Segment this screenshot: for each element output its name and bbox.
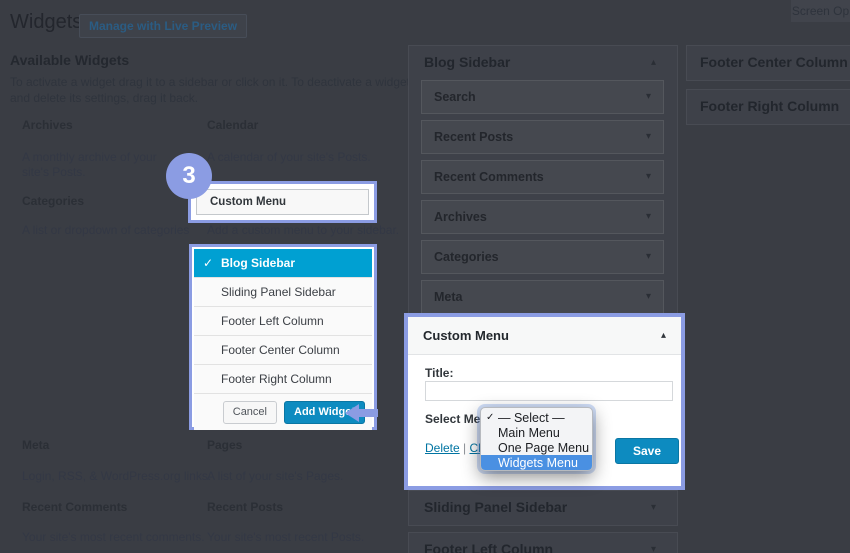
available-widget-meta-desc: Login, RSS, & WordPress.org links. (22, 469, 211, 484)
widgets-admin-page: Widgets Manage with Live Preview Screen … (0, 0, 850, 553)
widget-row-label: Recent Comments (434, 170, 544, 184)
custom-menu-panel-header[interactable]: Custom Menu ▴ (408, 317, 681, 355)
menu-option-select[interactable]: ✓ — Select — (481, 410, 592, 425)
widget-row-label: Recent Posts (434, 130, 513, 144)
chooser-option-sliding-panel-sidebar[interactable]: Sliding Panel Sidebar (194, 278, 372, 307)
link-separator: | (463, 441, 466, 455)
widget-row-label: Meta (434, 290, 462, 304)
widget-row-label: Search (434, 90, 476, 104)
custom-menu-widget-card[interactable]: Custom Menu (188, 181, 377, 223)
menu-option-main-menu[interactable]: Main Menu (481, 425, 592, 440)
collapse-up-icon[interactable]: ▴ (661, 331, 666, 341)
expand-icon[interactable]: ▾ (646, 212, 651, 222)
available-widget-categories-desc: A list or dropdown of categories (22, 223, 189, 238)
expand-icon[interactable]: ▾ (646, 172, 651, 182)
available-widget-calendar[interactable]: Calendar (207, 118, 258, 132)
title-input[interactable] (425, 381, 673, 401)
menu-option-label: Main Menu (498, 426, 560, 440)
chooser-option-label: Footer Center Column (221, 343, 340, 357)
menu-option-widgets-menu[interactable]: Widgets Menu (481, 455, 592, 470)
expand-icon[interactable]: ▾ (646, 252, 651, 262)
sliding-panel-sidebar-title: Sliding Panel Sidebar (424, 499, 567, 515)
available-widget-recent-comments[interactable]: Recent Comments (22, 500, 127, 514)
pointer-arrow-head (345, 404, 359, 422)
widget-row-archives[interactable]: Archives ▾ (421, 200, 664, 234)
available-widgets-heading: Available Widgets (10, 52, 129, 68)
chooser-option-label: Footer Left Column (221, 314, 324, 328)
available-widget-pages[interactable]: Pages (207, 438, 242, 452)
available-widget-recent-comments-desc: Your site's most recent comments. (22, 530, 205, 545)
available-widget-categories[interactable]: Categories (22, 194, 84, 208)
expand-icon[interactable]: ▾ (646, 132, 651, 142)
pointer-arrow-shaft (358, 409, 378, 417)
widget-row-label: Archives (434, 210, 487, 224)
blog-sidebar-title: Blog Sidebar (424, 54, 510, 70)
select-menu-dropdown: ✓ — Select — Main Menu One Page Menu Wid… (480, 407, 593, 471)
expand-icon[interactable]: ▾ (646, 292, 651, 302)
menu-option-label: One Page Menu (498, 441, 589, 455)
widget-row-label: Categories (434, 250, 499, 264)
footer-center-column-title: Footer Center Column (700, 54, 848, 70)
screen-options-button[interactable]: Screen Op (791, 0, 850, 22)
available-widget-pages-desc: A list of your site's Pages. (207, 469, 343, 484)
widget-row-search[interactable]: Search ▾ (421, 80, 664, 114)
footer-right-column-title: Footer Right Column (700, 98, 839, 114)
checkmark-icon: ✓ (486, 412, 494, 423)
collapse-up-icon[interactable]: ▴ (651, 58, 656, 68)
manage-live-preview-button[interactable]: Manage with Live Preview (79, 14, 247, 38)
chooser-option-label: Footer Right Column (221, 372, 332, 386)
widget-row-meta[interactable]: Meta ▾ (421, 280, 664, 314)
custom-menu-widget-box: Custom Menu (196, 189, 369, 215)
available-widget-recent-posts-desc: Your site's most recent Posts. (207, 530, 364, 545)
chooser-option-label: Blog Sidebar (221, 256, 295, 270)
expand-icon[interactable]: ▾ (646, 92, 651, 102)
sidebar-chooser: ✓ Blog Sidebar Sliding Panel Sidebar Foo… (189, 244, 377, 430)
available-widget-calendar-desc: A calendar of your site's Posts. (207, 150, 371, 165)
widget-row-categories[interactable]: Categories ▾ (421, 240, 664, 274)
pointer-arrow-icon (345, 404, 379, 422)
expand-icon[interactable]: ▾ (651, 545, 656, 553)
available-widget-custom-menu-desc: Add a custom menu to your sidebar. (207, 223, 399, 238)
title-field-label: Title: (425, 366, 453, 380)
save-button[interactable]: Save (615, 438, 679, 464)
chooser-option-blog-sidebar[interactable]: ✓ Blog Sidebar (194, 249, 372, 278)
available-widgets-desc-2: and delete its settings, drag it back. (10, 91, 198, 105)
available-widget-meta[interactable]: Meta (22, 438, 49, 452)
checkmark-icon: ✓ (203, 256, 213, 270)
page-title: Widgets (10, 11, 82, 34)
available-widgets-desc-1: To activate a widget drag it to a sideba… (10, 75, 410, 89)
footer-left-column-title: Footer Left Column (424, 541, 553, 553)
widget-row-recent-posts[interactable]: Recent Posts ▾ (421, 120, 664, 154)
widget-row-recent-comments[interactable]: Recent Comments ▾ (421, 160, 664, 194)
delete-link[interactable]: Delete (425, 441, 460, 455)
menu-option-one-page-menu[interactable]: One Page Menu (481, 440, 592, 455)
cancel-button[interactable]: Cancel (223, 401, 277, 424)
menu-option-label: — Select — (498, 411, 565, 425)
expand-icon[interactable]: ▾ (651, 503, 656, 513)
custom-menu-panel-title: Custom Menu (423, 328, 509, 343)
menu-option-label: Widgets Menu (498, 456, 578, 470)
chooser-option-label: Sliding Panel Sidebar (221, 285, 336, 299)
available-widget-archives-desc: A monthly archive of your site's Posts. (22, 150, 180, 180)
chooser-option-footer-left-column[interactable]: Footer Left Column (194, 307, 372, 336)
chooser-option-footer-right-column[interactable]: Footer Right Column (194, 365, 372, 394)
chooser-option-footer-center-column[interactable]: Footer Center Column (194, 336, 372, 365)
available-widget-recent-posts[interactable]: Recent Posts (207, 500, 283, 514)
step-3-badge: 3 (166, 153, 212, 199)
available-widget-archives[interactable]: Archives (22, 118, 73, 132)
custom-menu-widget-label: Custom Menu (210, 196, 286, 208)
